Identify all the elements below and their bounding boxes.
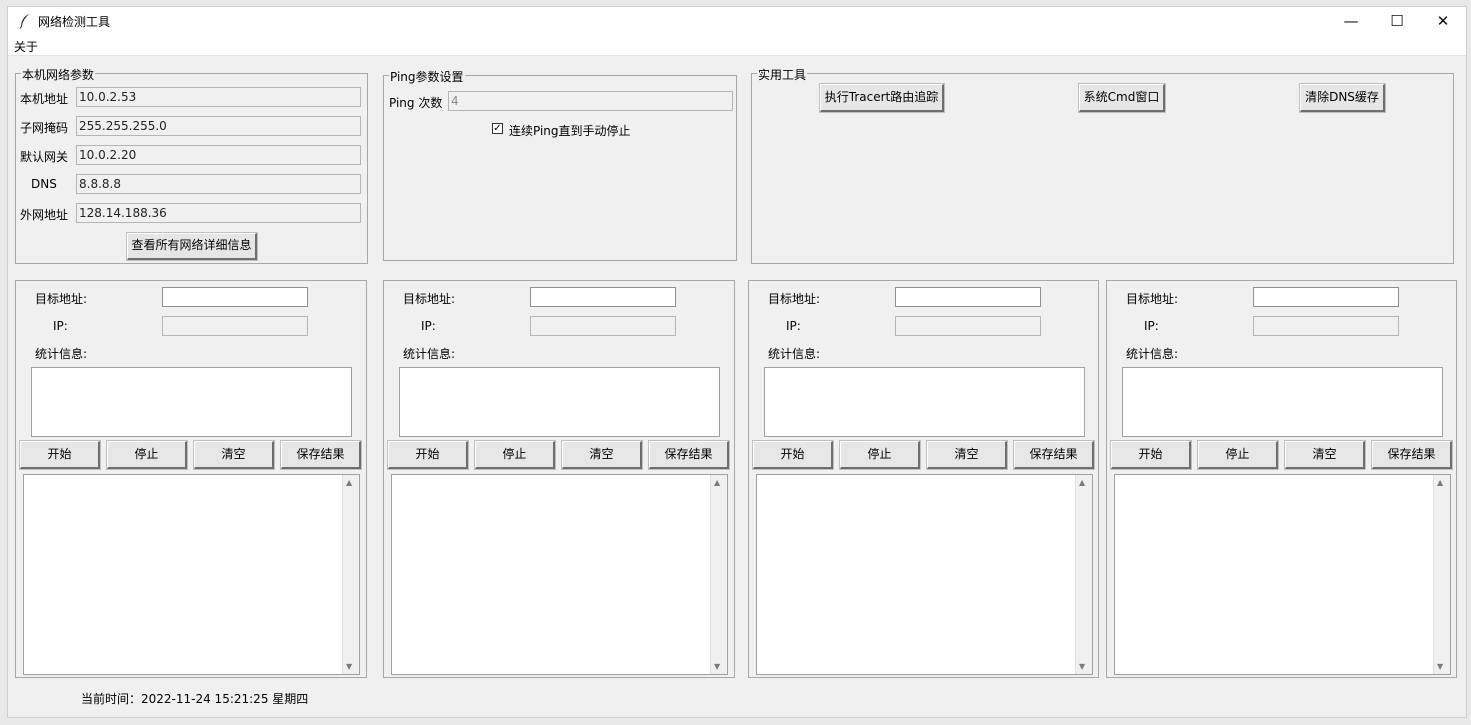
stats-label: 统计信息:	[403, 347, 456, 361]
target-address-label: 目标地址:	[768, 292, 821, 306]
ping-panel-3: 目标地址: IP: 统计信息: 开始 停止 清空 保存结果 ▲ ▼	[748, 280, 1099, 678]
subnet-mask-label: 子网掩码	[20, 121, 69, 135]
view-network-details-button[interactable]: 查看所有网络详细信息	[126, 232, 258, 261]
continuous-ping-label: 连续Ping直到手动停止	[509, 124, 631, 138]
output-scrollbar[interactable]: ▲ ▼	[1433, 475, 1450, 674]
ip-field[interactable]	[530, 316, 676, 336]
ping-settings-frame: Ping参数设置 Ping 次数 4 ✓ 连续Ping直到手动停止	[383, 68, 737, 261]
ping-output-textbox[interactable]: ▲ ▼	[23, 474, 360, 675]
clear-button[interactable]: 清空	[193, 440, 275, 470]
ip-field[interactable]	[1253, 316, 1399, 336]
menu-bar: 关于	[8, 35, 1466, 56]
stats-textbox[interactable]	[764, 367, 1085, 437]
close-button[interactable]: ✕	[1420, 7, 1466, 35]
start-button[interactable]: 开始	[387, 440, 469, 470]
stop-button[interactable]: 停止	[839, 440, 921, 470]
scroll-up-icon[interactable]: ▲	[346, 478, 352, 487]
local-params-legend: 本机网络参数	[21, 66, 96, 83]
target-address-input[interactable]	[162, 287, 308, 307]
stats-textbox[interactable]	[399, 367, 720, 437]
external-ip-field[interactable]: 128.14.188.36	[76, 203, 361, 223]
target-address-label: 目标地址:	[1126, 292, 1179, 306]
dns-label: DNS	[31, 177, 57, 191]
title-bar: 网络检测工具 — ☐ ✕	[8, 7, 1466, 35]
output-scrollbar[interactable]: ▲ ▼	[710, 475, 727, 674]
ping-settings-legend: Ping参数设置	[389, 68, 465, 85]
external-ip-label: 外网地址	[20, 208, 69, 222]
gateway-label: 默认网关	[20, 150, 69, 164]
feather-icon	[19, 14, 29, 29]
scroll-up-icon[interactable]: ▲	[1437, 478, 1443, 487]
stats-textbox[interactable]	[31, 367, 352, 437]
start-button[interactable]: 开始	[752, 440, 834, 470]
ping-count-field[interactable]: 4	[448, 91, 733, 111]
cmd-window-button[interactable]: 系统Cmd窗口	[1078, 83, 1166, 113]
dns-field[interactable]: 8.8.8.8	[76, 174, 361, 194]
scroll-down-icon[interactable]: ▼	[1437, 662, 1443, 671]
stats-label: 统计信息:	[35, 347, 88, 361]
target-address-label: 目标地址:	[35, 292, 88, 306]
menu-about[interactable]: 关于	[14, 38, 38, 55]
subnet-mask-field[interactable]: 255.255.255.0	[76, 116, 361, 136]
save-results-button[interactable]: 保存结果	[648, 440, 730, 470]
local-params-frame: 本机网络参数 本机地址 10.0.2.53 子网掩码 255.255.255.0…	[15, 66, 368, 264]
scroll-down-icon[interactable]: ▼	[346, 662, 352, 671]
local-ip-label: 本机地址	[20, 92, 69, 106]
main-window: 网络检测工具 — ☐ ✕ 关于 本机网络参数 本机地址 10.0.2.53 子网…	[7, 6, 1467, 718]
ip-field[interactable]	[162, 316, 308, 336]
output-scrollbar[interactable]: ▲ ▼	[342, 475, 359, 674]
ip-field[interactable]	[895, 316, 1041, 336]
maximize-button[interactable]: ☐	[1374, 7, 1420, 35]
current-time-status: 当前时间：2022-11-24 15:21:25 星期四	[81, 692, 309, 706]
tools-frame: 实用工具 执行Tracert路由追踪 系统Cmd窗口 清除DNS缓存	[751, 66, 1454, 264]
target-address-input[interactable]	[530, 287, 676, 307]
ip-label: IP:	[53, 319, 68, 333]
scroll-up-icon[interactable]: ▲	[1079, 478, 1085, 487]
ping-panel-2: 目标地址: IP: 统计信息: 开始 停止 清空 保存结果 ▲ ▼	[383, 280, 735, 678]
ping-count-label: Ping 次数	[389, 96, 443, 110]
stop-button[interactable]: 停止	[106, 440, 188, 470]
ip-label: IP:	[786, 319, 801, 333]
stats-label: 统计信息:	[1126, 347, 1179, 361]
gateway-field[interactable]: 10.0.2.20	[76, 145, 361, 165]
clear-button[interactable]: 清空	[561, 440, 643, 470]
clear-button[interactable]: 清空	[1284, 440, 1366, 470]
target-address-input[interactable]	[1253, 287, 1399, 307]
stats-textbox[interactable]	[1122, 367, 1443, 437]
tools-legend: 实用工具	[757, 66, 808, 83]
tracert-button[interactable]: 执行Tracert路由追踪	[819, 83, 945, 113]
scroll-down-icon[interactable]: ▼	[1079, 662, 1085, 671]
start-button[interactable]: 开始	[19, 440, 101, 470]
window-title: 网络检测工具	[38, 15, 111, 29]
save-results-button[interactable]: 保存结果	[1013, 440, 1095, 470]
target-address-label: 目标地址:	[403, 292, 456, 306]
save-results-button[interactable]: 保存结果	[1371, 440, 1453, 470]
flush-dns-button[interactable]: 清除DNS缓存	[1299, 83, 1386, 113]
scroll-down-icon[interactable]: ▼	[714, 662, 720, 671]
save-results-button[interactable]: 保存结果	[280, 440, 362, 470]
output-scrollbar[interactable]: ▲ ▼	[1075, 475, 1092, 674]
ping-output-textbox[interactable]: ▲ ▼	[1114, 474, 1451, 675]
stats-label: 统计信息:	[768, 347, 821, 361]
ping-panel-1: 目标地址: IP: 统计信息: 开始 停止 清空 保存结果 ▲ ▼	[15, 280, 367, 678]
target-address-input[interactable]	[895, 287, 1041, 307]
local-ip-field[interactable]: 10.0.2.53	[76, 87, 361, 107]
stop-button[interactable]: 停止	[474, 440, 556, 470]
minimize-button[interactable]: —	[1328, 7, 1374, 35]
ping-output-textbox[interactable]: ▲ ▼	[391, 474, 728, 675]
clear-button[interactable]: 清空	[926, 440, 1008, 470]
continuous-ping-checkbox[interactable]: ✓	[492, 123, 503, 134]
ip-label: IP:	[421, 319, 436, 333]
ping-output-textbox[interactable]: ▲ ▼	[756, 474, 1093, 675]
ping-panel-4: 目标地址: IP: 统计信息: 开始 停止 清空 保存结果 ▲ ▼	[1106, 280, 1457, 678]
scroll-up-icon[interactable]: ▲	[714, 478, 720, 487]
start-button[interactable]: 开始	[1110, 440, 1192, 470]
stop-button[interactable]: 停止	[1197, 440, 1279, 470]
ip-label: IP:	[1144, 319, 1159, 333]
